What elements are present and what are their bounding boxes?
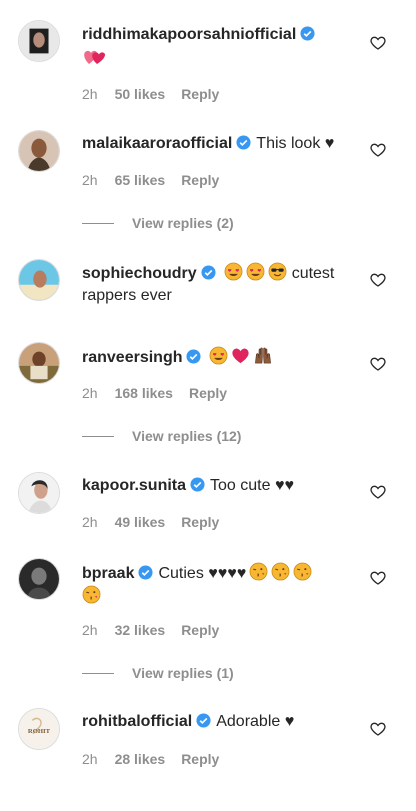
avatar[interactable]: ROHIT: [18, 708, 60, 750]
reply-button[interactable]: Reply: [181, 622, 219, 638]
timestamp: 2h: [82, 514, 98, 530]
like-count[interactable]: 168 likes: [115, 385, 173, 401]
reply-button[interactable]: Reply: [181, 751, 219, 767]
username[interactable]: ranveersingh: [82, 349, 182, 366]
face-blowing-kiss-emoji: [249, 562, 268, 581]
comment-text: Adorable ♥: [216, 713, 295, 730]
avatar-logo-text: ROHIT: [28, 728, 51, 735]
like-count[interactable]: 32 likes: [115, 622, 166, 638]
like-count[interactable]: 28 likes: [115, 751, 166, 767]
timestamp: 2h: [82, 751, 98, 767]
comment-text: Cuties ♥♥♥♥: [158, 565, 247, 582]
heart-eyes-emoji: [209, 346, 228, 365]
like-icon[interactable]: [370, 272, 386, 288]
view-replies-button[interactable]: View replies (12): [82, 427, 241, 445]
verified-icon: [196, 713, 211, 728]
timestamp: 2h: [82, 172, 98, 188]
view-replies-label: View replies (12): [132, 428, 242, 444]
reply-button[interactable]: Reply: [181, 514, 219, 530]
view-replies-label: View replies (1): [132, 665, 234, 681]
comment-meta: 2h 65 likes Reply: [82, 171, 219, 189]
comment-meta: 2h 168 likes Reply: [82, 384, 227, 402]
comment-meta: 2h 49 likes Reply: [82, 513, 219, 531]
reply-button[interactable]: Reply: [181, 172, 219, 188]
divider-line: [82, 673, 114, 674]
verified-icon: [236, 135, 251, 150]
divider-line: [82, 223, 114, 224]
red-heart-emoji: [231, 346, 250, 365]
username[interactable]: riddhimakapoorsahniofficial: [82, 26, 296, 43]
raising-hands-emoji: [253, 346, 273, 365]
view-replies-button[interactable]: View replies (2): [82, 214, 234, 232]
view-replies-button[interactable]: View replies (1): [82, 664, 234, 682]
avatar[interactable]: [18, 259, 60, 301]
avatar[interactable]: [18, 130, 60, 172]
comment-meta: 2h 28 likes Reply: [82, 750, 219, 768]
divider-line: [82, 436, 114, 437]
like-count[interactable]: 49 likes: [115, 514, 166, 530]
face-blowing-kiss-emoji: [82, 585, 101, 604]
username[interactable]: kapoor.sunita: [82, 477, 186, 494]
face-blowing-kiss-emoji: [271, 562, 290, 581]
like-icon[interactable]: [370, 570, 386, 586]
like-count[interactable]: 65 likes: [115, 172, 166, 188]
like-icon[interactable]: [370, 35, 386, 51]
like-icon[interactable]: [370, 721, 386, 737]
like-icon[interactable]: [370, 484, 386, 500]
verified-icon: [300, 26, 315, 41]
comment-text: Too cute ♥♥: [210, 477, 294, 494]
username[interactable]: bpraak: [82, 565, 134, 582]
reply-button[interactable]: Reply: [189, 385, 227, 401]
username[interactable]: sophiechoudry: [82, 265, 197, 282]
view-replies-label: View replies (2): [132, 215, 234, 231]
username[interactable]: malaikaaroraofficial: [82, 135, 232, 152]
avatar[interactable]: [18, 20, 60, 62]
heart-eyes-emoji: [246, 262, 265, 281]
verified-icon: [186, 349, 202, 364]
verified-icon: [190, 477, 205, 492]
hearts-emoji: [82, 48, 106, 71]
timestamp: 2h: [82, 86, 98, 102]
timestamp: 2h: [82, 385, 98, 401]
avatar[interactable]: [18, 558, 60, 600]
like-icon[interactable]: [370, 142, 386, 158]
heart-eyes-emoji: [224, 262, 243, 281]
verified-icon: [201, 265, 216, 280]
verified-icon: [138, 565, 153, 580]
like-count[interactable]: 50 likes: [115, 86, 166, 102]
avatar[interactable]: [18, 472, 60, 514]
comment-meta: 2h 32 likes Reply: [82, 621, 219, 639]
comment-meta: 2h 50 likes Reply: [82, 85, 219, 103]
face-blowing-kiss-emoji: [293, 562, 312, 581]
avatar[interactable]: [18, 342, 60, 384]
comment-text-line2: rappers ever: [82, 287, 172, 304]
comment-text: This look ♥: [256, 135, 335, 152]
timestamp: 2h: [82, 622, 98, 638]
reply-button[interactable]: Reply: [181, 86, 219, 102]
comment-text: cutest: [291, 265, 335, 282]
username[interactable]: rohitbalofficial: [82, 713, 192, 730]
sunglasses-emoji: [268, 262, 287, 281]
like-icon[interactable]: [370, 356, 386, 372]
